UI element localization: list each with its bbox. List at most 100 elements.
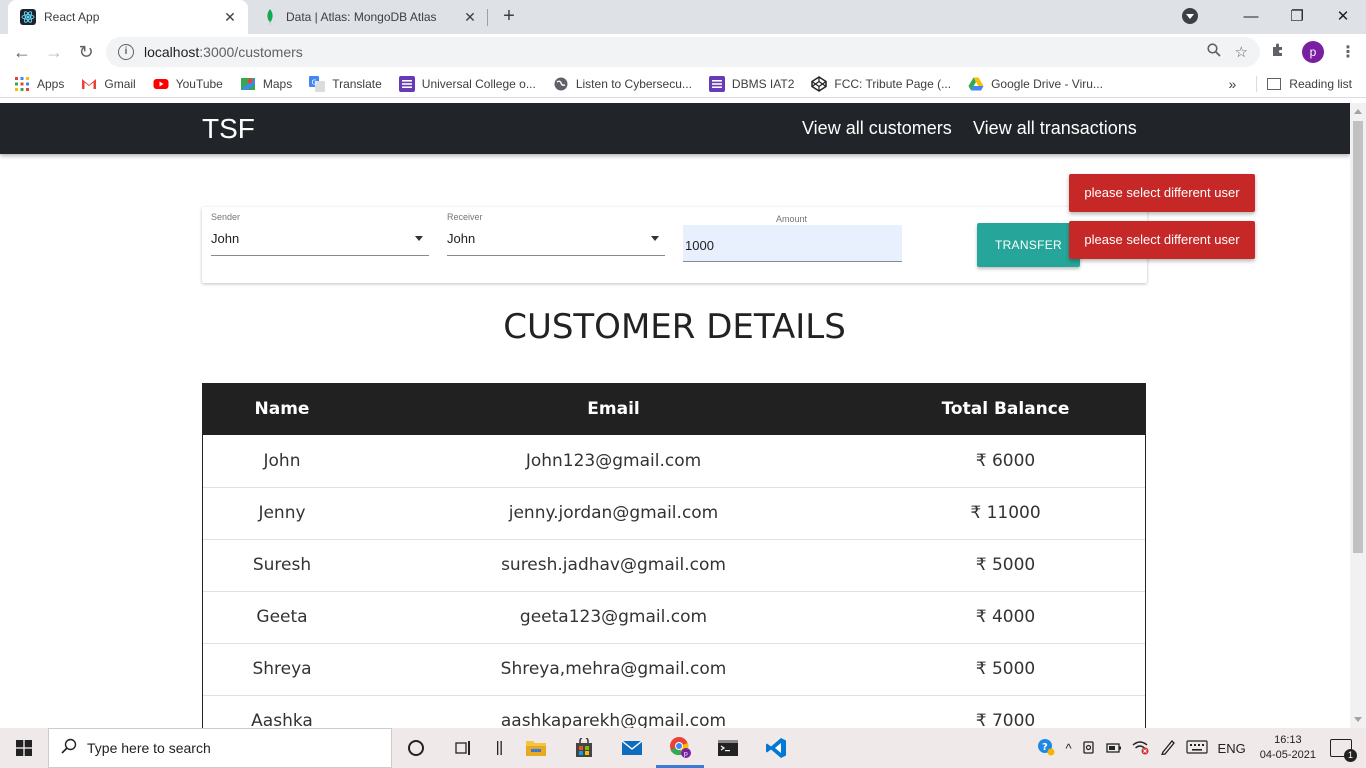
maps-icon xyxy=(240,76,256,92)
show-hidden-icons-chevron[interactable]: ^ xyxy=(1065,741,1071,756)
cell-name: Shreya xyxy=(203,643,361,696)
bookmark-fcc-tribute[interactable]: FCC: Tribute Page (... xyxy=(811,75,951,92)
cell-balance: ₹ 4000 xyxy=(866,591,1145,644)
mail-icon[interactable] xyxy=(608,728,656,768)
cell-email: jenny.jordan@gmail.com xyxy=(361,487,866,540)
error-toast[interactable]: please select different user xyxy=(1069,221,1255,259)
close-tab-icon[interactable]: ✕ xyxy=(462,9,478,25)
cell-balance: ₹ 5000 xyxy=(866,539,1145,592)
chrome-taskbar-icon[interactable]: p xyxy=(656,728,704,768)
error-toast[interactable]: please select different user xyxy=(1069,174,1255,212)
column-header-balance: Total Balance xyxy=(941,399,1070,419)
table-row: Geeta geeta123@gmail.com ₹ 4000 xyxy=(203,591,1145,644)
amount-input[interactable]: 1000 xyxy=(683,225,902,262)
microsoft-store-icon[interactable] xyxy=(560,728,608,768)
transfer-button[interactable]: TRANSFER xyxy=(977,223,1080,267)
bookmark-label: Listen to Cybersecu... xyxy=(575,76,692,91)
pen-workspace-icon[interactable] xyxy=(1160,739,1176,758)
bookmark-apps[interactable]: Apps xyxy=(14,76,64,92)
bookmark-youtube[interactable]: YouTube xyxy=(153,76,223,92)
bookmark-label: YouTube xyxy=(175,76,223,91)
bookmark-star-icon[interactable]: ☆ xyxy=(1235,43,1248,61)
more-bookmarks-chevron[interactable]: » xyxy=(1229,76,1237,92)
cell-name: Jenny xyxy=(203,487,361,540)
tab-react-app[interactable]: React App ✕ xyxy=(8,0,248,34)
bookmark-universal-college[interactable]: Universal College o... xyxy=(398,75,536,92)
cell-balance: ₹ 6000 xyxy=(866,435,1145,488)
cell-name: Geeta xyxy=(203,591,361,644)
reading-list-button[interactable]: Reading list xyxy=(1289,77,1352,91)
bookmarks-bar-right: » Reading list xyxy=(1229,70,1352,98)
profile-avatar[interactable]: p xyxy=(1302,41,1324,63)
apps-grid-icon xyxy=(14,76,30,92)
bookmark-dbms-iat2[interactable]: DBMS IAT2 xyxy=(708,75,794,92)
clock-date: 04-05-2021 xyxy=(1259,749,1316,761)
notification-center-icon[interactable]: 1 xyxy=(1330,739,1357,762)
table-header-row: Name Email Total Balance xyxy=(203,383,1145,435)
table-row: Jenny jenny.jordan@gmail.com ₹ 11000 xyxy=(203,487,1145,540)
network-disconnected-icon[interactable] xyxy=(1132,739,1150,758)
page-scrollbar[interactable] xyxy=(1350,103,1366,728)
notification-count: 1 xyxy=(1344,749,1357,762)
divider xyxy=(1256,76,1258,92)
cell-balance: ₹ 5000 xyxy=(866,643,1145,696)
translate-icon: G xyxy=(309,75,326,92)
react-icon xyxy=(20,9,36,25)
forward-icon[interactable]: → xyxy=(42,40,66,64)
restore-icon[interactable]: ❐ xyxy=(1274,7,1320,25)
window-controls: — ❐ ✕ xyxy=(1182,0,1366,32)
scroll-down-arrow-icon[interactable] xyxy=(1354,717,1362,722)
new-tab-icon[interactable]: + xyxy=(498,6,520,28)
purple-list-icon xyxy=(398,75,415,92)
vscode-icon[interactable] xyxy=(752,728,800,768)
zoom-icon[interactable] xyxy=(1206,43,1221,61)
back-icon[interactable]: ← xyxy=(10,40,34,64)
minimize-icon[interactable]: — xyxy=(1228,8,1274,25)
scrollbar-thumb[interactable] xyxy=(1353,121,1363,553)
tray-app-icon[interactable] xyxy=(1082,740,1096,757)
bookmark-translate[interactable]: G Translate xyxy=(309,75,382,92)
bookmark-cybersecurity[interactable]: Listen to Cybersecu... xyxy=(553,76,692,92)
browser-tab-strip: React App ✕ Data | Atlas: MongoDB Atlas … xyxy=(0,0,1366,34)
tab-title: Data | Atlas: MongoDB Atlas xyxy=(286,10,437,24)
bookmark-label: Maps xyxy=(262,76,293,91)
input-language[interactable]: ENG xyxy=(1218,741,1246,756)
bookmark-gmail[interactable]: Gmail xyxy=(81,76,136,92)
more-menu-icon[interactable]: ⋮ xyxy=(1340,42,1356,62)
close-window-icon[interactable]: ✕ xyxy=(1320,7,1366,25)
command-prompt-icon[interactable] xyxy=(704,728,752,768)
task-view-icon[interactable] xyxy=(440,728,488,768)
scroll-up-arrow-icon[interactable] xyxy=(1354,109,1362,114)
bookmark-maps[interactable]: Maps xyxy=(240,76,292,92)
cortana-icon[interactable] xyxy=(392,728,440,768)
address-bar[interactable]: i localhost:3000/customers ☆ xyxy=(106,37,1260,67)
browser-toolbar: ← → ↻ i localhost:3000/customers ☆ p ⋮ xyxy=(0,34,1366,70)
help-icon[interactable]: ? xyxy=(1037,738,1055,759)
taskbar-clock[interactable]: 16:13 04-05-2021 xyxy=(1260,733,1316,763)
customer-table: Name Email Total Balance John John123@gm… xyxy=(203,383,1145,728)
app-divider-icon xyxy=(488,728,512,768)
amount-value: 1000 xyxy=(685,238,714,253)
reload-icon[interactable]: ↻ xyxy=(74,40,98,64)
tab-mongodb-atlas[interactable]: Data | Atlas: MongoDB Atlas ✕ xyxy=(248,0,488,34)
nav-view-all-customers[interactable]: View all customers xyxy=(802,118,952,139)
bookmark-google-drive[interactable]: Google Drive - Viru... xyxy=(968,76,1103,92)
chevron-down-icon xyxy=(415,236,423,241)
touch-keyboard-icon[interactable] xyxy=(1185,739,1208,757)
cell-name: Aashka xyxy=(203,695,361,728)
windows-start-icon[interactable] xyxy=(0,728,48,768)
bookmark-label: Universal College o... xyxy=(421,76,536,91)
close-tab-icon[interactable]: ✕ xyxy=(222,9,238,25)
file-explorer-icon[interactable] xyxy=(512,728,560,768)
tab-search-icon[interactable] xyxy=(1182,8,1198,24)
site-info-icon[interactable]: i xyxy=(118,44,134,60)
brand-logo[interactable]: TSF xyxy=(202,113,255,145)
nav-view-all-transactions[interactable]: View all transactions xyxy=(973,118,1137,139)
battery-icon[interactable] xyxy=(1105,741,1122,756)
amount-label: Amount xyxy=(776,214,808,224)
bookmark-label: Apps xyxy=(37,76,65,91)
taskbar-search-input[interactable]: Type here to search xyxy=(48,728,392,768)
extensions-icon[interactable] xyxy=(1270,42,1286,62)
bookmark-label: Gmail xyxy=(104,76,136,91)
page-title: CUSTOMER DETAILS xyxy=(503,307,846,347)
